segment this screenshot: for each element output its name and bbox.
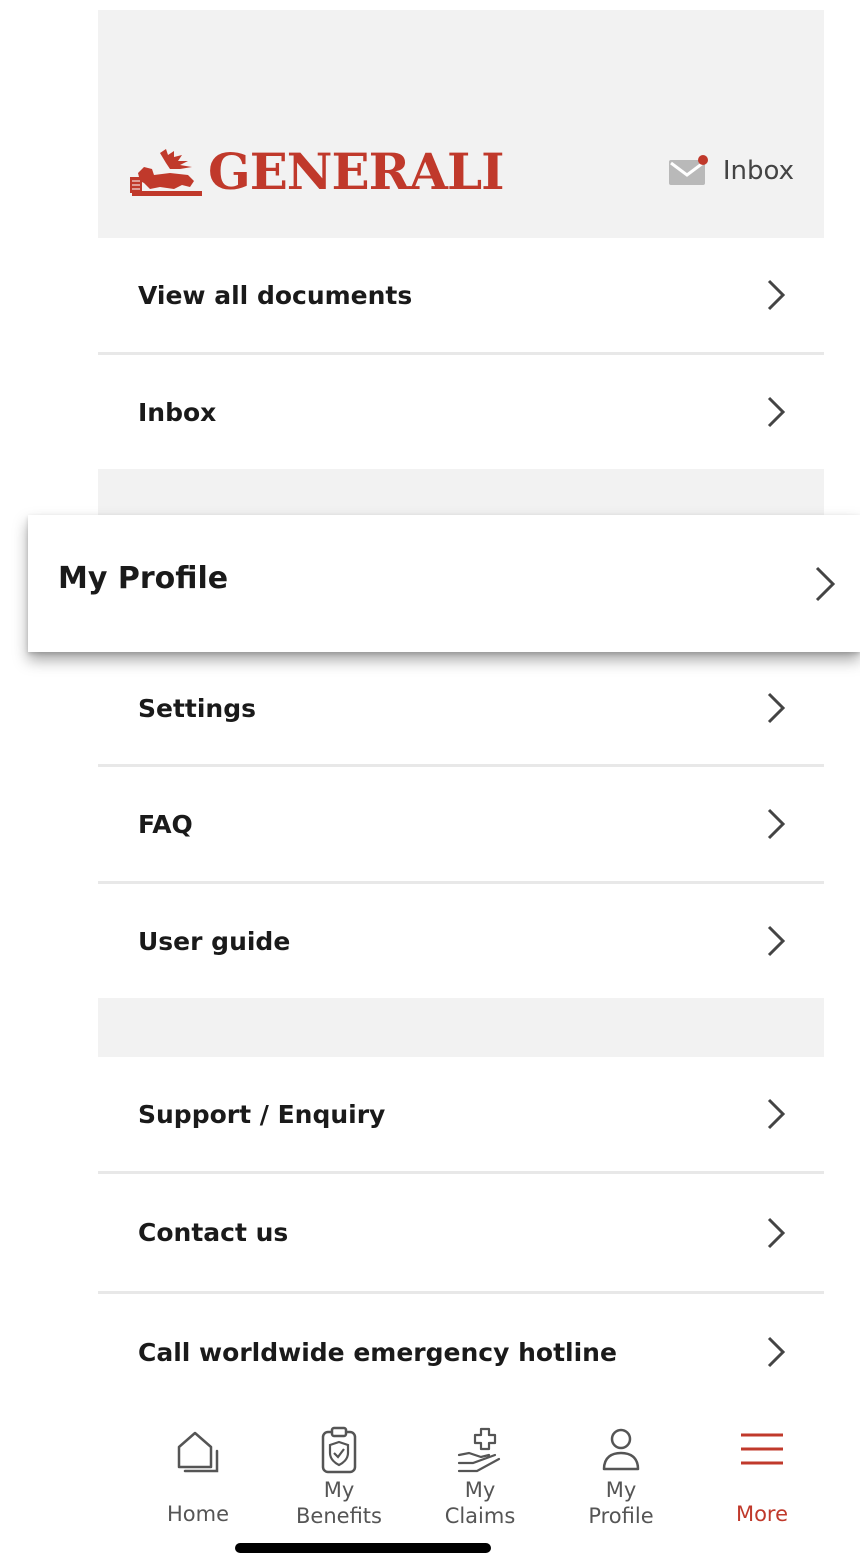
menu-item-contact-us[interactable]: Contact us	[98, 1174, 824, 1291]
menu-item-faq[interactable]: FAQ	[98, 767, 824, 881]
menu-item-emergency-hotline[interactable]: Call worldwide emergency hotline	[98, 1294, 824, 1410]
menu-item-label: FAQ	[138, 809, 193, 839]
menu-item-label: Inbox	[138, 397, 217, 427]
brand-name: GENERALI	[208, 142, 505, 201]
tab-label: Benefits	[296, 1504, 382, 1528]
chevron-right-icon	[767, 692, 786, 724]
mail-icon	[668, 155, 709, 187]
section-gap	[98, 998, 824, 1057]
home-indicator	[235, 1543, 491, 1553]
chevron-right-icon	[767, 1098, 786, 1130]
tab-label: My	[605, 1478, 637, 1502]
tab-my-claims[interactable]: My Claims	[410, 1425, 550, 1545]
section-gap	[98, 469, 824, 519]
tab-more[interactable]: More	[692, 1425, 832, 1545]
menu-item-label: Contact us	[138, 1218, 289, 1247]
home-icon	[177, 1431, 219, 1473]
tab-label: Home	[166, 1502, 229, 1526]
chevron-right-icon	[767, 279, 786, 311]
chevron-right-icon	[767, 1217, 786, 1248]
menu-item-label: User guide	[138, 926, 291, 956]
menu-item-user-guide[interactable]: User guide	[98, 884, 824, 998]
header-inbox-label: Inbox	[722, 156, 794, 186]
menu-item-label: My Profile	[58, 561, 229, 596]
claims-icon	[457, 1427, 501, 1473]
menu-item-inbox[interactable]: Inbox	[98, 355, 824, 469]
chevron-right-icon	[767, 396, 786, 428]
tab-label: More	[735, 1502, 789, 1526]
generali-logo: GENERALI	[130, 142, 505, 202]
tab-my-profile[interactable]: My Profile	[551, 1425, 691, 1545]
menu-item-view-all-documents[interactable]: View all documents	[98, 238, 824, 352]
menu-item-label: Call worldwide emergency hotline	[138, 1337, 617, 1367]
app-screen: GENERALI Inbox View all documents Inbox …	[98, 10, 824, 1565]
benefits-icon	[321, 1426, 357, 1474]
tab-label: Profile	[588, 1504, 654, 1528]
menu-item-settings[interactable]: Settings	[98, 652, 824, 764]
tab-label: My	[323, 1478, 355, 1502]
menu-item-label: Settings	[138, 693, 257, 723]
chevron-right-icon	[767, 925, 786, 957]
tab-label: My	[464, 1478, 496, 1502]
tab-home[interactable]: Home	[128, 1425, 268, 1545]
menu-item-support-enquiry[interactable]: Support / Enquiry	[98, 1057, 824, 1171]
menu-item-label: Support / Enquiry	[138, 1099, 386, 1129]
menu-icon	[741, 1433, 783, 1465]
tab-my-benefits[interactable]: My Benefits	[269, 1425, 409, 1545]
menu-item-my-profile[interactable]: My Profile	[28, 515, 860, 652]
profile-icon	[602, 1428, 640, 1471]
lion-logo-icon	[130, 149, 202, 196]
header: GENERALI Inbox	[98, 10, 824, 238]
header-inbox-button[interactable]: Inbox	[668, 155, 794, 187]
chevron-right-icon	[767, 1336, 786, 1368]
tab-label: Claims	[444, 1504, 516, 1528]
unread-dot	[697, 155, 708, 165]
menu-item-label: View all documents	[138, 280, 413, 310]
chevron-right-icon	[815, 566, 836, 602]
chevron-right-icon	[767, 808, 786, 840]
